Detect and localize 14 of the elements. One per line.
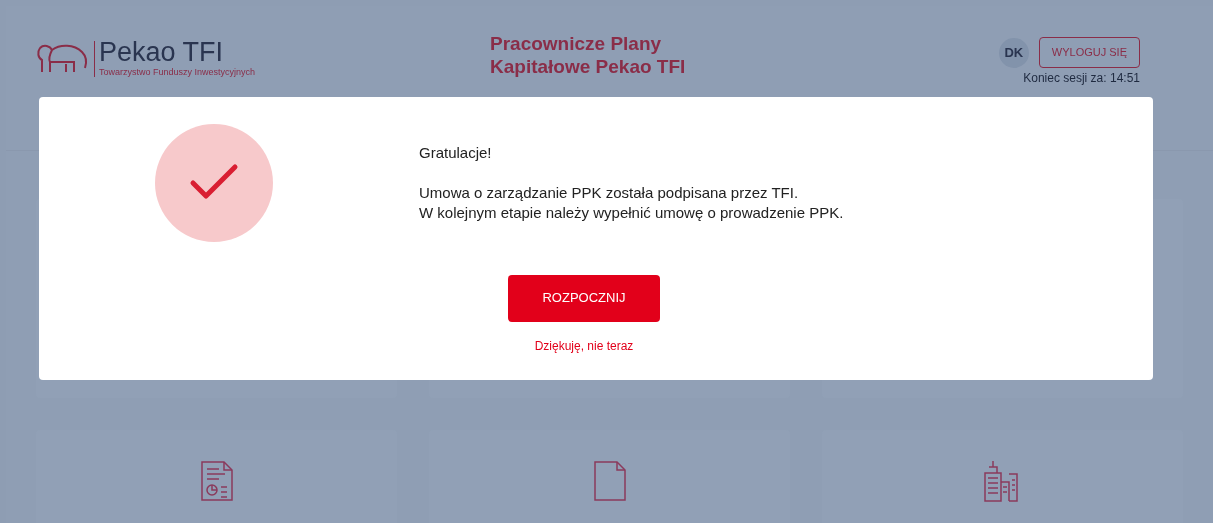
session-timer: Koniec sesji za: 14:51 (1023, 70, 1140, 87)
logout-button[interactable]: WYLOGUJ SIĘ (1038, 37, 1140, 68)
dialog-heading: Gratulacje! (419, 143, 493, 163)
document-chart-icon (199, 460, 234, 502)
user-avatar[interactable]: DK (998, 37, 1029, 68)
dialog-message: W kolejnym etapie należy wypełnić umowę o prowadzenie PPK. (419, 202, 844, 223)
logo-tagline: Towarzystwo Funduszy Inwestycyjnych (99, 66, 256, 79)
app-title: Kapitałowe Pekao TFI (490, 55, 687, 78)
dismiss-link[interactable]: Dziękuję, nie teraz (534, 336, 634, 355)
document-icon (592, 460, 627, 502)
app-title: Pracownicze Plany (490, 32, 663, 55)
dialog-message: Umowa o zarządzanie PPK została podpisana przez TFI. (419, 182, 800, 203)
logo-name: Pekao TFI (99, 38, 225, 66)
start-button[interactable]: ROZPOCZNIJ (508, 274, 660, 322)
